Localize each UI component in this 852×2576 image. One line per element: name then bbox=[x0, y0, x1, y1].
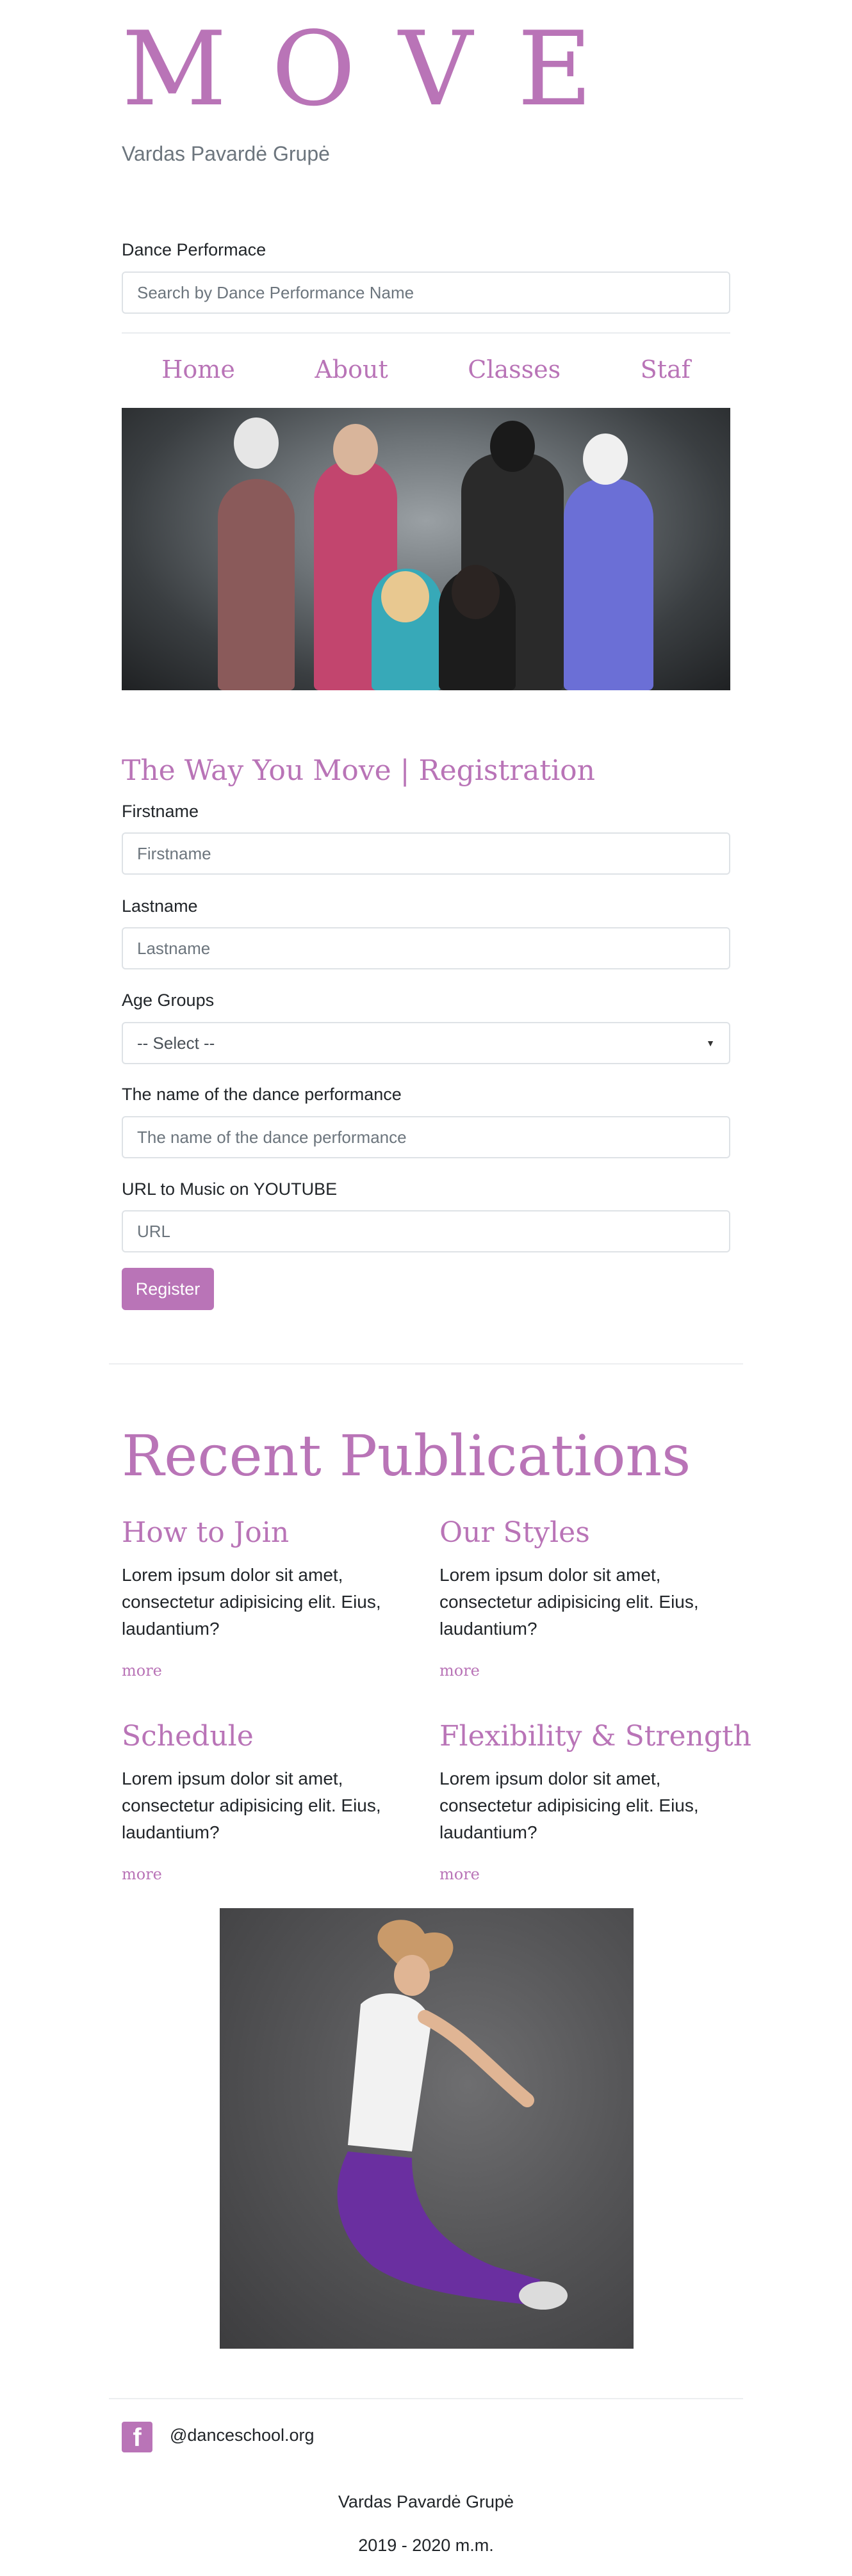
dancer-shoe bbox=[519, 2281, 568, 2310]
publication-card: Schedule Lorem ipsum dolor sit amet, con… bbox=[122, 1720, 416, 1883]
search-input[interactable] bbox=[122, 271, 730, 314]
register-button[interactable]: Register bbox=[122, 1268, 214, 1310]
nav-divider bbox=[122, 332, 730, 334]
publication-text: Lorem ipsum dolor sit amet, consectetur … bbox=[439, 1565, 699, 1639]
publication-text: Lorem ipsum dolor sit amet, consectetur … bbox=[439, 1769, 699, 1842]
age-groups-select[interactable]: -- Select -- ▼ bbox=[122, 1022, 730, 1064]
publication-card: Our Styles Lorem ipsum dolor sit amet, c… bbox=[439, 1516, 734, 1680]
publication-more-link[interactable]: more bbox=[439, 1662, 480, 1680]
age-groups-label: Age Groups bbox=[122, 991, 215, 1010]
hero-figure bbox=[218, 479, 295, 690]
publication-card: How to Join Lorem ipsum dolor sit amet, … bbox=[122, 1516, 416, 1680]
publication-title: Flexibility & Strength bbox=[439, 1720, 752, 1753]
registration-title: The Way You Move | Registration bbox=[122, 754, 595, 787]
lastname-label: Lastname bbox=[122, 896, 198, 916]
publication-title: Schedule bbox=[122, 1720, 254, 1753]
site-subtitle: Vardas Pavardė Grupė bbox=[122, 142, 330, 165]
hero-figure-head bbox=[333, 424, 378, 475]
dancer-pants bbox=[337, 2151, 540, 2305]
publication-more-link[interactable]: more bbox=[122, 1662, 162, 1680]
dancer-head bbox=[394, 1955, 430, 1996]
caret-down-icon: ▼ bbox=[706, 1038, 715, 1048]
hero-figure-head bbox=[583, 433, 628, 485]
nav-item-staf[interactable]: Staf bbox=[641, 355, 691, 384]
nav-item-home[interactable]: Home bbox=[161, 355, 235, 384]
hero-figure-head bbox=[452, 565, 500, 619]
hero-figure-head bbox=[490, 421, 535, 472]
performance-name-field[interactable] bbox=[122, 1116, 730, 1158]
age-groups-selected-value: -- Select -- bbox=[137, 1033, 215, 1053]
publication-more-link[interactable]: more bbox=[439, 1865, 480, 1883]
publication-text: Lorem ipsum dolor sit amet, consectetur … bbox=[122, 1565, 381, 1639]
music-url-label: URL to Music on YOUTUBE bbox=[122, 1179, 338, 1199]
recent-publications-title: Recent Publications bbox=[122, 1423, 691, 1489]
nav-item-classes[interactable]: Classes bbox=[468, 355, 561, 384]
firstname-label: Firstname bbox=[122, 802, 199, 821]
footer-credit: Vardas Pavardė Grupė bbox=[338, 2492, 514, 2511]
footer-years: 2019 - 2020 m.m. bbox=[358, 2536, 494, 2555]
main-nav: Home About Classes Staf bbox=[122, 355, 730, 384]
firstname-field[interactable] bbox=[122, 832, 730, 875]
publication-card: Flexibility & Strength Lorem ipsum dolor… bbox=[439, 1720, 752, 1883]
publication-text: Lorem ipsum dolor sit amet, consectetur … bbox=[122, 1769, 381, 1842]
section-divider bbox=[109, 1363, 743, 1365]
facebook-icon[interactable]: f bbox=[122, 2422, 152, 2452]
performance-name-label: The name of the dance performance bbox=[122, 1085, 402, 1104]
page: MOVE Vardas Pavardė Grupė Dance Performa… bbox=[0, 0, 852, 2576]
publication-title: How to Join bbox=[122, 1516, 290, 1549]
site-logo[interactable]: MOVE bbox=[122, 18, 637, 120]
publication-title: Our Styles bbox=[439, 1516, 590, 1549]
social-handle[interactable]: @danceschool.org bbox=[170, 2426, 315, 2445]
dancer-arm bbox=[418, 2010, 534, 2107]
publication-more-link[interactable]: more bbox=[122, 1865, 162, 1883]
search-label: Dance Performace bbox=[122, 240, 266, 259]
hero-figure-head bbox=[381, 571, 429, 622]
music-url-field[interactable] bbox=[122, 1210, 730, 1252]
footer-divider bbox=[109, 2398, 743, 2399]
hero-image-dance-group bbox=[122, 408, 730, 690]
dancer-image bbox=[220, 1908, 634, 2349]
hero-figure-head bbox=[234, 417, 279, 469]
nav-item-about[interactable]: About bbox=[315, 355, 388, 384]
hero-figure bbox=[564, 479, 653, 690]
dancer-silhouette bbox=[337, 1920, 568, 2310]
lastname-field[interactable] bbox=[122, 927, 730, 969]
